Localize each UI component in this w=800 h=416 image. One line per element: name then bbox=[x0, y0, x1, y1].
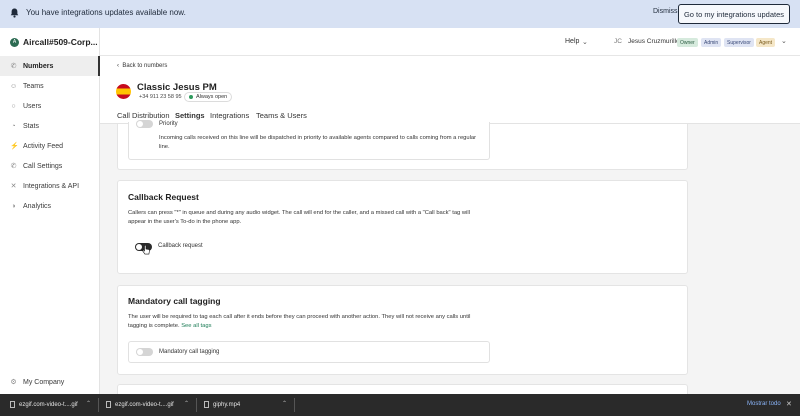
see-all-tags-link[interactable]: See all tags bbox=[181, 323, 211, 329]
sidebar-item-call-settings[interactable]: ✆ Call Settings bbox=[0, 156, 100, 176]
workspace-switcher[interactable]: A Aircall#509-Corp... bbox=[10, 37, 98, 47]
phone-icon: ✆ bbox=[10, 62, 17, 70]
sidebar-item-stats[interactable]: ◔ Stats bbox=[0, 116, 100, 136]
divider bbox=[196, 398, 197, 412]
tagging-toggle-label: Mandatory call tagging bbox=[159, 349, 220, 355]
sidebar-item-label: Call Settings bbox=[23, 162, 63, 170]
tagging-toggle-box: Mandatory call tagging bbox=[128, 341, 490, 363]
sidebar-item-my-company[interactable]: ⚙ My Company bbox=[0, 372, 100, 392]
sidebar-item-label: Analytics bbox=[23, 202, 52, 210]
settings-icon: ✆ bbox=[10, 162, 17, 170]
company-icon: ⚙ bbox=[10, 378, 17, 386]
close-icon[interactable]: ✕ bbox=[786, 400, 792, 408]
file-icon bbox=[10, 401, 15, 408]
tab-call-distribution[interactable]: Call Distribution bbox=[117, 111, 170, 120]
file-icon bbox=[204, 401, 209, 408]
download-item[interactable]: giphy.mp4 bbox=[204, 401, 240, 408]
hand-cursor-icon bbox=[142, 245, 150, 255]
sidebar-item-label: Users bbox=[23, 102, 42, 110]
sidebar-item-users[interactable]: ○ Users bbox=[0, 96, 100, 116]
divider bbox=[294, 398, 295, 412]
avatar[interactable]: JC bbox=[614, 38, 622, 45]
update-banner: You have integrations updates available … bbox=[0, 0, 800, 28]
download-item[interactable]: ezgif.com-video-t....gif bbox=[10, 401, 78, 408]
bell-icon bbox=[10, 8, 19, 18]
activity-icon: ⚡ bbox=[10, 142, 19, 150]
role-badge-supervisor: Supervisor bbox=[724, 38, 754, 47]
download-filename: ezgif.com-video-t....gif bbox=[19, 401, 78, 408]
go-to-integrations-button[interactable]: Go to my integrations updates bbox=[678, 4, 790, 24]
mandatory-call-tagging-toggle[interactable] bbox=[136, 348, 153, 356]
chevron-down-icon[interactable]: ⌄ bbox=[781, 37, 787, 45]
role-badge-agent: Agent bbox=[756, 38, 776, 47]
priority-label: Priority bbox=[159, 121, 178, 127]
user-icon: ○ bbox=[11, 102, 16, 110]
mandatory-call-tagging-card: Mandatory call tagging The user will be … bbox=[117, 285, 688, 375]
download-filename: giphy.mp4 bbox=[213, 401, 241, 408]
priority-card: Priority Incoming calls received on this… bbox=[117, 120, 688, 170]
chevron-up-icon[interactable]: ⌃ bbox=[184, 400, 189, 407]
priority-description: Incoming calls received on this line wil… bbox=[159, 135, 477, 150]
chevron-down-icon[interactable]: ⌄ bbox=[582, 38, 588, 46]
callback-title: Callback Request bbox=[128, 192, 199, 202]
tagging-description-text: The user will be required to tag each ca… bbox=[128, 314, 471, 329]
tagging-title: Mandatory call tagging bbox=[128, 296, 221, 306]
role-badge-admin: Admin bbox=[701, 38, 722, 47]
callback-request-card: Callback Request Callers can press "*" i… bbox=[117, 180, 688, 274]
back-to-numbers-link[interactable]: ‹ Back to numbers bbox=[117, 63, 167, 69]
status-badge: Always open bbox=[184, 92, 233, 102]
sidebar-item-label: Stats bbox=[23, 122, 39, 130]
sidebar: A Aircall#509-Corp... ✆ Numbers ☺ Teams … bbox=[0, 28, 100, 394]
sidebar-item-teams[interactable]: ☺ Teams bbox=[0, 76, 100, 96]
spain-flag-icon bbox=[116, 84, 131, 99]
number-header: ‹ Back to numbers Classic Jesus PM +34 9… bbox=[100, 56, 800, 124]
top-header: Help ⌄ JC Jesus Cruzmurillo Owner Admin … bbox=[100, 28, 800, 56]
sidebar-item-numbers[interactable]: ✆ Numbers bbox=[0, 56, 100, 76]
sidebar-item-label: Teams bbox=[23, 82, 44, 90]
status-dot-icon bbox=[189, 95, 193, 99]
phone-number: +34 911 23 58 95 bbox=[139, 94, 182, 100]
tab-teams-users[interactable]: Teams & Users bbox=[256, 111, 307, 120]
sidebar-item-activity-feed[interactable]: ⚡ Activity Feed bbox=[0, 136, 100, 156]
chevron-up-icon[interactable]: ⌃ bbox=[282, 400, 287, 407]
sidebar-item-analytics[interactable]: ◑ Analytics bbox=[0, 196, 100, 216]
status-label: Always open bbox=[196, 94, 228, 100]
dismiss-button[interactable]: Dismiss bbox=[653, 8, 678, 15]
download-bar: ezgif.com-video-t....gif ⌃ ezgif.com-vid… bbox=[0, 394, 800, 416]
download-item[interactable]: ezgif.com-video-t....gif bbox=[106, 401, 174, 408]
download-filename: ezgif.com-video-t....gif bbox=[115, 401, 174, 408]
analytics-icon: ◑ bbox=[11, 202, 16, 210]
chevron-up-icon[interactable]: ⌃ bbox=[86, 400, 91, 407]
sidebar-item-integrations-api[interactable]: ✕ Integrations & API bbox=[0, 176, 100, 196]
sidebar-item-label: Activity Feed bbox=[23, 142, 64, 150]
divider bbox=[98, 398, 99, 412]
sidebar-item-label: Integrations & API bbox=[23, 182, 80, 190]
tagging-description: The user will be required to tag each ca… bbox=[128, 313, 488, 330]
tab-settings[interactable]: Settings bbox=[175, 111, 205, 120]
stats-icon: ◔ bbox=[11, 122, 16, 130]
tab-integrations[interactable]: Integrations bbox=[210, 111, 249, 120]
team-icon: ☺ bbox=[10, 82, 18, 90]
role-badge-owner: Owner bbox=[677, 38, 698, 47]
next-settings-card bbox=[117, 384, 688, 394]
workspace-badge: A bbox=[10, 37, 19, 47]
user-name[interactable]: Jesus Cruzmurillo bbox=[628, 38, 680, 45]
sidebar-item-label: Numbers bbox=[23, 62, 54, 70]
callback-toggle-label: Callback request bbox=[158, 243, 203, 249]
priority-box: Priority Incoming calls received on this… bbox=[128, 120, 490, 160]
workspace-name: Aircall#509-Corp... bbox=[23, 37, 98, 47]
show-all-downloads-link[interactable]: Mostrar todo bbox=[747, 401, 781, 407]
sidebar-item-label: My Company bbox=[23, 378, 65, 386]
back-label: Back to numbers bbox=[122, 63, 168, 69]
integrations-icon: ✕ bbox=[10, 182, 17, 190]
banner-message: You have integrations updates available … bbox=[26, 8, 186, 17]
help-menu[interactable]: Help bbox=[565, 38, 579, 45]
priority-toggle[interactable] bbox=[136, 120, 153, 128]
callback-description: Callers can press "*" in queue and durin… bbox=[128, 210, 470, 225]
file-icon bbox=[106, 401, 111, 408]
